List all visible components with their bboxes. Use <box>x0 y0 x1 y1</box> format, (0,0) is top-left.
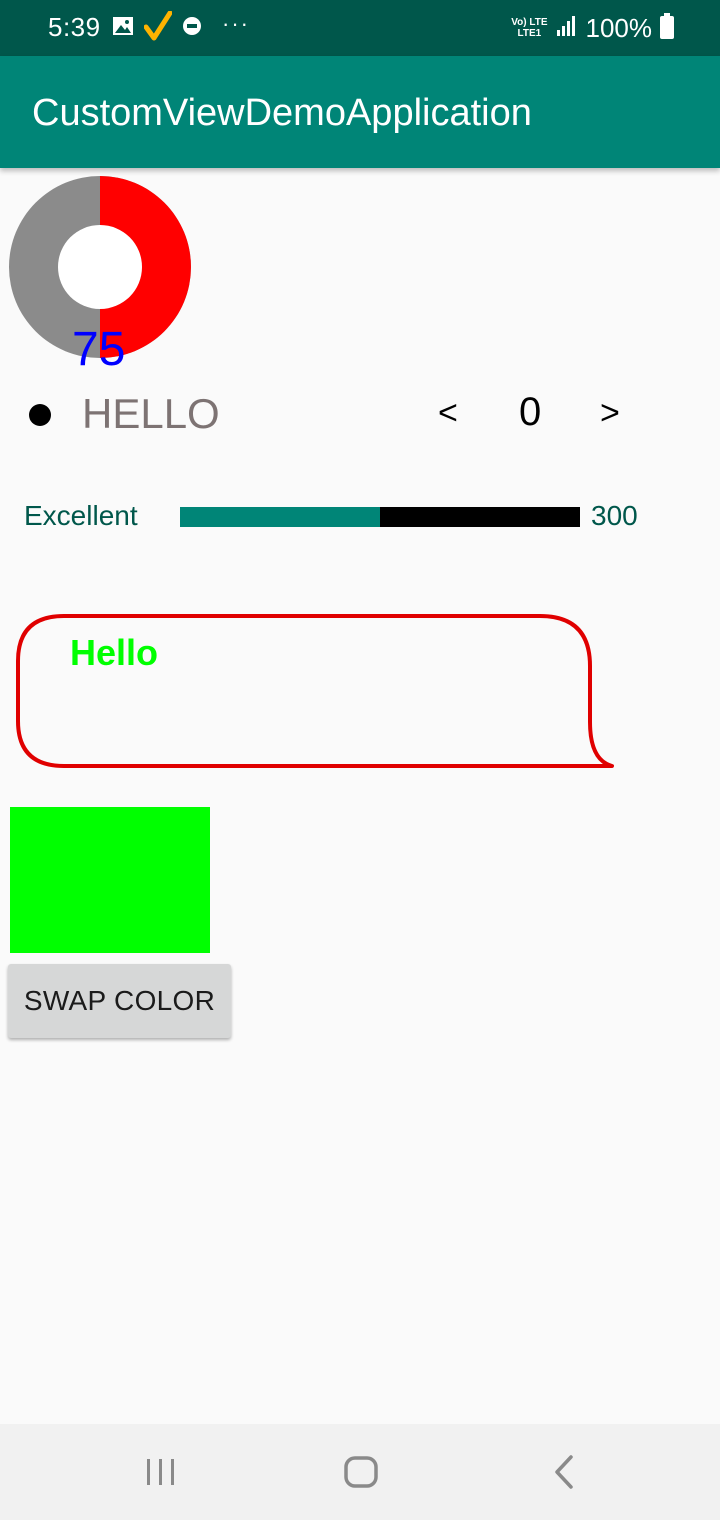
home-button[interactable] <box>333 1446 389 1498</box>
stepper-prev-button[interactable]: < <box>438 394 458 433</box>
status-notification-icons: ··· <box>112 10 250 46</box>
signal-icon <box>556 15 578 42</box>
home-icon <box>344 1456 378 1488</box>
rating-progress-bar <box>180 507 580 527</box>
image-icon <box>112 15 134 42</box>
speech-bubble-text: Hello <box>70 632 159 673</box>
more-dots-icon: ··· <box>222 11 250 36</box>
jio-icon <box>182 16 202 41</box>
app-title: CustomViewDemoApplication <box>32 92 532 134</box>
status-system-icons: Vo) LTE LTE1 100% <box>511 10 674 46</box>
recent-apps-icon <box>147 1459 174 1485</box>
battery-icon <box>660 12 674 44</box>
network-label-bottom: LTE1 <box>517 28 542 39</box>
bullet-dot <box>29 404 51 426</box>
status-time: 5:39 <box>48 12 101 42</box>
stepper-value: 0 <box>519 390 542 434</box>
swap-color-button[interactable]: SWAP COLOR <box>8 964 231 1038</box>
rating-progress-fill <box>180 507 380 527</box>
rating-label: Excellent <box>24 500 138 531</box>
recent-apps-button[interactable] <box>133 1446 189 1498</box>
rating-value: 300 <box>591 500 638 531</box>
color-swatch <box>10 807 210 953</box>
check-icon <box>143 10 173 46</box>
status-bar: 5:39 ··· Vo) LTE LTE1 100% <box>0 0 720 56</box>
donut-center <box>58 225 142 309</box>
navigation-bar <box>0 1424 720 1520</box>
network-label-top: Vo) LTE <box>511 17 548 28</box>
network-label: Vo) LTE LTE1 <box>511 17 547 39</box>
battery-percent: 100% <box>585 12 653 43</box>
hello-label: HELLO <box>82 390 220 437</box>
back-icon <box>555 1455 573 1489</box>
back-button[interactable] <box>536 1446 592 1498</box>
stepper-next-button[interactable]: > <box>600 394 620 433</box>
app-bar: CustomViewDemoApplication <box>0 56 720 168</box>
donut-value: 75 <box>72 323 126 376</box>
